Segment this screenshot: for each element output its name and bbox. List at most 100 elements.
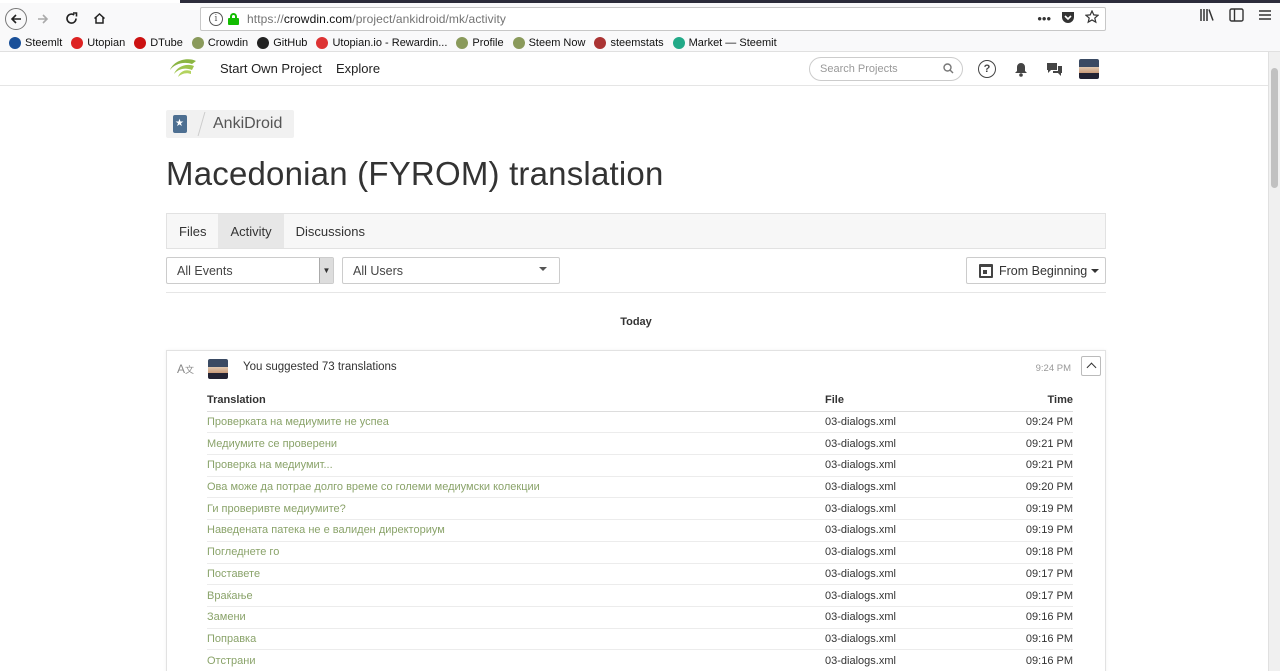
help-icon[interactable]: ?: [978, 60, 996, 78]
page-title: Macedonian (FYROM) translation: [166, 155, 664, 192]
translation-link[interactable]: Поставете: [207, 568, 825, 580]
crowdin-logo[interactable]: [168, 58, 198, 80]
scrollbar-thumb[interactable]: [1271, 68, 1278, 188]
messages-icon[interactable]: [1045, 60, 1063, 78]
activity-summary: You suggested 73 translations: [243, 361, 397, 373]
more-actions-icon[interactable]: •••: [1037, 11, 1051, 26]
file-cell: 03-dialogs.xml: [825, 589, 896, 602]
table-row: Проверка на медиумит... 03-dialogs.xml 09:…: [207, 455, 1073, 477]
file-cell: 03-dialogs.xml: [825, 632, 896, 645]
info-icon[interactable]: i: [209, 12, 223, 26]
translation-link[interactable]: Наведената патека не е валиден директори…: [207, 524, 825, 536]
bookmark-item[interactable]: Profile: [456, 36, 504, 49]
bookmark-label: GitHub: [273, 36, 308, 49]
breadcrumb-project-link[interactable]: AnkiDroid: [209, 115, 294, 133]
time-cell: 09:16 PM: [1025, 654, 1073, 667]
user-avatar[interactable]: [208, 359, 228, 379]
search-icon[interactable]: [943, 63, 954, 77]
url-bar[interactable]: i https://crowdin.com/project/ankidroid/…: [200, 7, 1106, 31]
bookmark-favicon-icon: [191, 36, 204, 49]
tab-bar: Files Activity Discussions: [166, 213, 1106, 249]
events-filter-select[interactable]: All Events ▼: [166, 257, 334, 284]
translation-link[interactable]: Проверката на медиумите не успеа: [207, 416, 825, 428]
bookmark-label: DTube: [150, 36, 183, 49]
pocket-icon[interactable]: [1061, 11, 1075, 27]
bookmark-item[interactable]: Steem Now: [512, 36, 586, 49]
time-cell: 09:17 PM: [1025, 567, 1073, 580]
translation-link[interactable]: Враќање: [207, 590, 825, 602]
search-projects-input[interactable]: Search Projects: [809, 57, 963, 81]
project-icon[interactable]: [173, 115, 187, 133]
table-row: Отстрани 03-dialogs.xml 09:16 PM: [207, 650, 1073, 671]
bookmark-item[interactable]: GitHub: [257, 36, 308, 49]
table-row: Замени 03-dialogs.xml 09:16 PM: [207, 607, 1073, 629]
lock-icon[interactable]: [228, 13, 239, 25]
time-cell: 09:16 PM: [1025, 611, 1073, 624]
bookmark-item[interactable]: DTube: [134, 36, 183, 49]
translation-link[interactable]: Проверка на медиумит...: [207, 459, 825, 471]
translation-link[interactable]: Ги проверивте медиумите?: [207, 503, 825, 515]
translation-link[interactable]: Погледнете го: [207, 546, 825, 558]
file-cell: 03-dialogs.xml: [825, 524, 896, 537]
file-cell: 03-dialogs.xml: [825, 546, 896, 559]
table-row: Медиумите се проверени 03-dialogs.xml 09:2…: [207, 433, 1073, 456]
home-icon[interactable]: [87, 7, 111, 31]
translation-link[interactable]: Медиумите се проверени: [207, 438, 825, 450]
tab-discussions[interactable]: Discussions: [284, 214, 377, 248]
translation-link[interactable]: Отстрани: [207, 655, 825, 667]
sidebar-icon[interactable]: [1229, 8, 1244, 25]
translate-icon: A文: [177, 362, 195, 376]
bookmark-favicon-icon: [134, 36, 147, 49]
chevron-down-icon[interactable]: ▼: [319, 258, 333, 283]
bookmark-item[interactable]: Crowdin: [191, 36, 249, 49]
page-scrollbar[interactable]: [1268, 52, 1280, 671]
time-cell: 09:21 PM: [1025, 437, 1073, 450]
bookmark-item[interactable]: Utopian.io - Rewardin...: [316, 36, 447, 49]
start-own-project-link[interactable]: Start Own Project: [220, 61, 322, 76]
translation-link[interactable]: Замени: [207, 611, 825, 623]
date-range-button[interactable]: From Beginning: [966, 257, 1106, 284]
bookmark-item[interactable]: Market — Steemit: [672, 36, 777, 49]
users-filter-select[interactable]: All Users: [342, 257, 560, 284]
explore-link[interactable]: Explore: [336, 61, 380, 76]
bookmark-item[interactable]: Utopian: [71, 36, 125, 49]
table-row: Поставете 03-dialogs.xml 09:17 PM: [207, 564, 1073, 586]
reload-icon[interactable]: [59, 7, 83, 31]
translation-link[interactable]: Ова може да потрае долго време со големи…: [207, 481, 825, 493]
site-header: Start Own Project Explore Search Project…: [0, 52, 1268, 86]
bookmarks-bar: Steemlt Utopian DTube Crowdin GitHub Utopian.…: [0, 34, 1280, 52]
translation-link[interactable]: Поправка: [207, 633, 825, 645]
bookmark-favicon-icon: [9, 36, 21, 49]
bookmark-item[interactable]: Steemlt: [9, 36, 62, 49]
day-label: Today: [620, 316, 652, 328]
menu-icon[interactable]: [1258, 8, 1272, 25]
library-icon[interactable]: [1199, 8, 1215, 25]
events-filter-value: All Events: [177, 263, 233, 278]
back-arrow-icon[interactable]: [5, 7, 27, 30]
bookmark-item[interactable]: steemstats: [594, 36, 664, 49]
table-row: Поправка 03-dialogs.xml 09:16 PM: [207, 629, 1073, 651]
forward-arrow-icon[interactable]: [31, 7, 55, 31]
file-cell: 03-dialogs.xml: [825, 459, 896, 472]
tab-files[interactable]: Files: [167, 214, 218, 248]
bookmark-label: Crowdin: [207, 36, 249, 49]
table-row: Проверката на медиумите не успеа 03-dialo…: [207, 412, 1073, 434]
url-prefix: https://: [247, 12, 284, 26]
bookmark-label: Profile: [472, 36, 504, 49]
column-header-translation: Translation: [207, 394, 266, 407]
users-filter-value: All Users: [353, 263, 404, 278]
user-avatar[interactable]: [1079, 59, 1099, 79]
file-cell: 03-dialogs.xml: [825, 481, 896, 494]
time-cell: 09:20 PM: [1025, 481, 1073, 494]
tab-activity[interactable]: Activity: [218, 214, 284, 248]
collapse-button[interactable]: [1081, 356, 1101, 376]
bookmark-star-icon[interactable]: [1084, 9, 1100, 27]
notifications-bell-icon[interactable]: [1012, 60, 1030, 78]
file-cell: 03-dialogs.xml: [825, 502, 896, 515]
bookmark-favicon-icon: [594, 36, 607, 49]
time-cell: 09:24 PM: [1025, 416, 1073, 429]
url-actions: •••: [1037, 9, 1100, 27]
bookmark-label: Steem Now: [528, 36, 586, 49]
bookmark-label: Market — Steemit: [688, 36, 777, 49]
bookmark-favicon-icon: [512, 36, 525, 49]
